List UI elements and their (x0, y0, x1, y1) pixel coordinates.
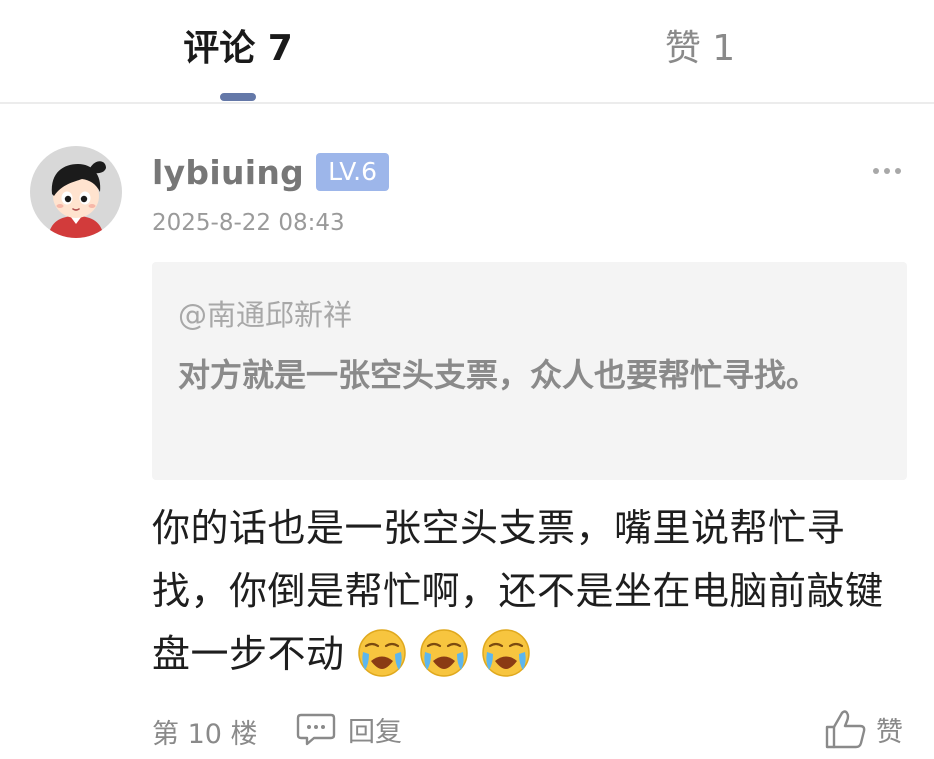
thumbs-up-icon (825, 710, 866, 749)
avatar-image (30, 146, 122, 238)
more-options-button[interactable] (870, 160, 904, 182)
tab-likes[interactable]: 赞 1 (620, 26, 780, 72)
active-tab-indicator (220, 93, 256, 101)
tab-comments-label: 评论 7 (183, 28, 293, 69)
quoted-author[interactable]: @南通邱新祥 (178, 292, 352, 334)
tab-bar: 评论 7 赞 1 (0, 0, 934, 104)
reply-button[interactable]: 回复 (296, 710, 402, 748)
crying-emoji-icon (419, 628, 469, 678)
like-label: 赞 (876, 716, 903, 748)
floor-number: 第 10 楼 (152, 719, 258, 750)
level-badge: LV.6 (316, 153, 389, 191)
more-dots-icon (873, 168, 879, 174)
crying-emoji-icon (481, 628, 531, 678)
reply-label: 回复 (348, 716, 402, 748)
comment-bubble-icon (296, 713, 336, 746)
quoted-text: 对方就是一张空头支票，众人也要帮忙寻找。 (178, 356, 819, 394)
avatar[interactable] (30, 146, 122, 238)
crying-emoji-icon (357, 628, 407, 678)
comment-body: 你的话也是一张空头支票，嘴里说帮忙寻找，你倒是帮忙啊，还不是坐在电脑前敲键盘一步… (152, 497, 897, 686)
like-button[interactable]: 赞 (824, 708, 903, 750)
more-dots-icon (884, 168, 890, 174)
username-row: lybiuing LV.6 (152, 150, 389, 194)
quoted-comment[interactable]: @南通邱新祥 对方就是一张空头支票，众人也要帮忙寻找。 (152, 262, 907, 480)
username[interactable]: lybiuing (152, 153, 304, 192)
tab-likes-label: 赞 1 (664, 28, 736, 69)
tab-comments[interactable]: 评论 7 (150, 26, 326, 72)
comment-page: 评论 7 赞 1 lybiuing LV.6 2025-8-22 08:43 @… (0, 0, 934, 759)
comment-timestamp: 2025-8-22 08:43 (152, 210, 345, 236)
more-dots-icon (895, 168, 901, 174)
comment-footer: 第 10 楼 回复 赞 (152, 708, 912, 750)
